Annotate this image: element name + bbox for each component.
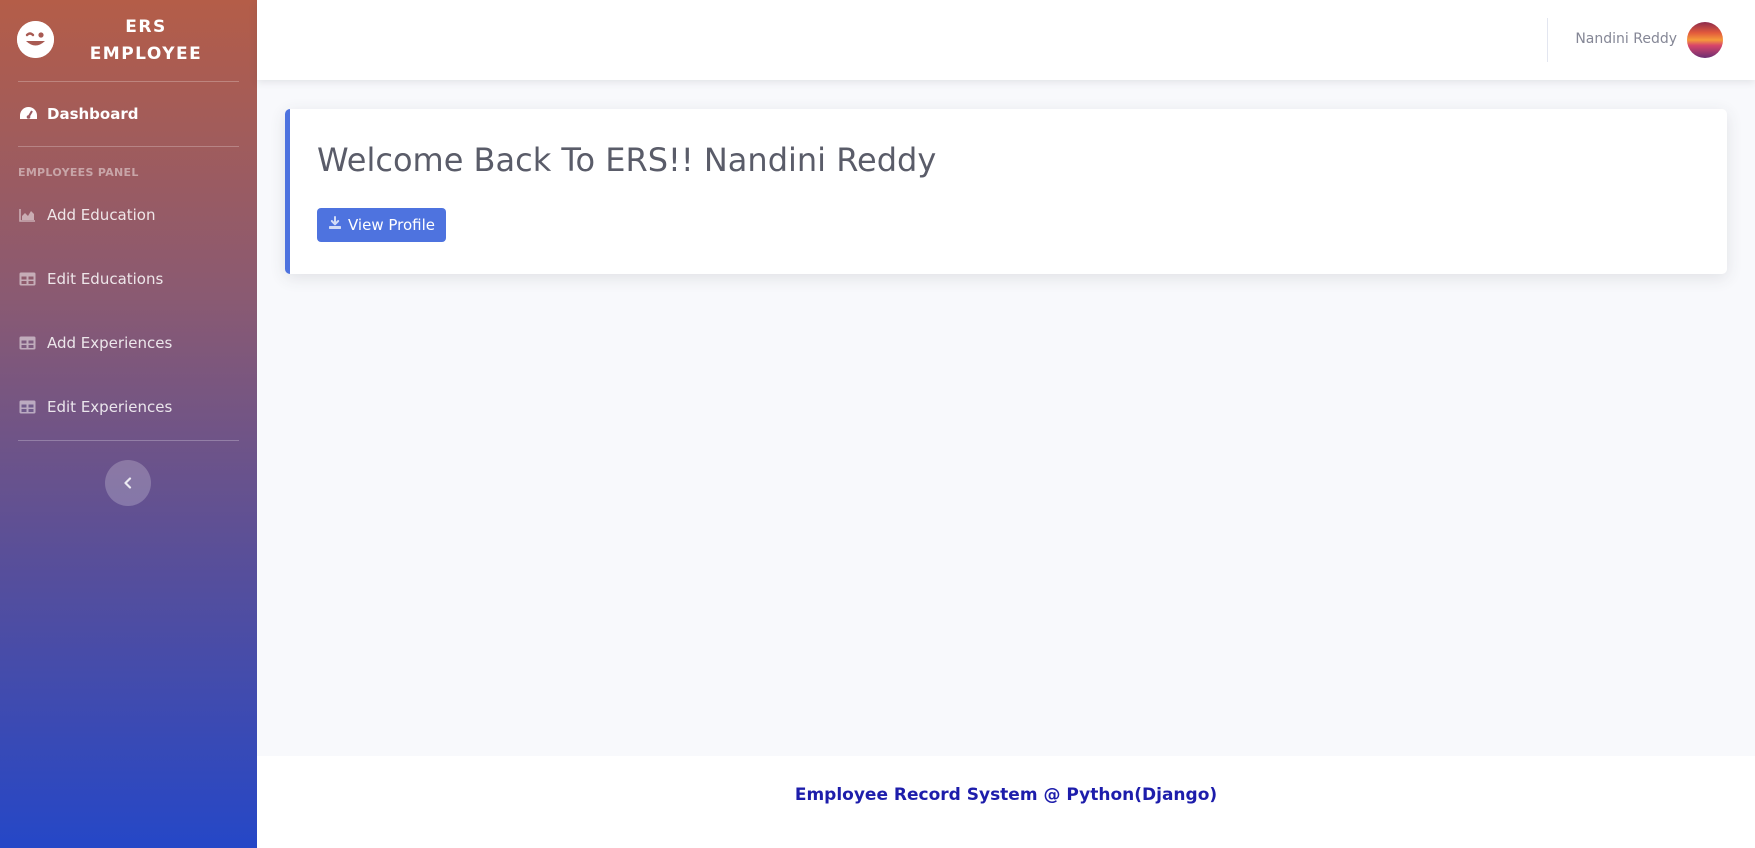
brand-name: ERS EMPLOYEE bbox=[89, 17, 203, 64]
user-name[interactable]: Nandini Reddy bbox=[1575, 31, 1677, 47]
sidebar-divider bbox=[18, 81, 239, 82]
sidebar-brand[interactable]: ERS EMPLOYEE bbox=[0, 0, 257, 80]
sidebar-toggle-button[interactable] bbox=[105, 460, 151, 506]
sidebar-item-add-experiences[interactable]: Add Experiences bbox=[0, 323, 257, 363]
topbar-divider bbox=[1547, 18, 1548, 62]
sidebar-item-label: Add Experiences bbox=[47, 334, 173, 352]
sidebar-item-edit-educations[interactable]: Edit Educations bbox=[0, 259, 257, 299]
sidebar-item-label: Edit Educations bbox=[47, 270, 164, 288]
welcome-card: Welcome Back To ERS!! Nandini Reddy View… bbox=[285, 109, 1727, 274]
topbar: Nandini Reddy bbox=[257, 0, 1755, 80]
wink-icon bbox=[17, 21, 54, 58]
sidebar-item-add-education[interactable]: Add Education bbox=[0, 195, 257, 235]
sidebar-item-edit-experiences[interactable]: Edit Experiences bbox=[0, 387, 257, 427]
sidebar-heading: EMPLOYEES PANEL bbox=[18, 166, 139, 179]
chevron-left-icon bbox=[123, 474, 133, 493]
view-profile-label: View Profile bbox=[348, 216, 436, 234]
sidebar-item-label: Edit Experiences bbox=[47, 398, 173, 416]
sidebar-divider bbox=[18, 146, 239, 147]
footer: Employee Record System @ Python(Django) bbox=[257, 756, 1755, 848]
download-icon bbox=[328, 216, 342, 234]
view-profile-button[interactable]: View Profile bbox=[317, 208, 447, 242]
sidebar-item-label: Add Education bbox=[47, 206, 156, 224]
table-icon bbox=[19, 272, 47, 286]
welcome-heading: Welcome Back To ERS!! Nandini Reddy bbox=[317, 141, 937, 179]
sidebar: ERS EMPLOYEE Dashboard EMPLOYEES PANEL A… bbox=[0, 0, 257, 848]
area-chart-icon bbox=[19, 208, 47, 222]
table-icon bbox=[19, 400, 47, 414]
sidebar-item-label: Dashboard bbox=[47, 105, 139, 123]
sidebar-divider bbox=[18, 440, 239, 441]
table-icon bbox=[19, 336, 47, 350]
sidebar-item-dashboard[interactable]: Dashboard bbox=[0, 94, 257, 134]
footer-text: Employee Record System @ Python(Django) bbox=[794, 785, 1218, 805]
tachometer-icon bbox=[19, 106, 47, 122]
avatar[interactable] bbox=[1687, 22, 1723, 58]
